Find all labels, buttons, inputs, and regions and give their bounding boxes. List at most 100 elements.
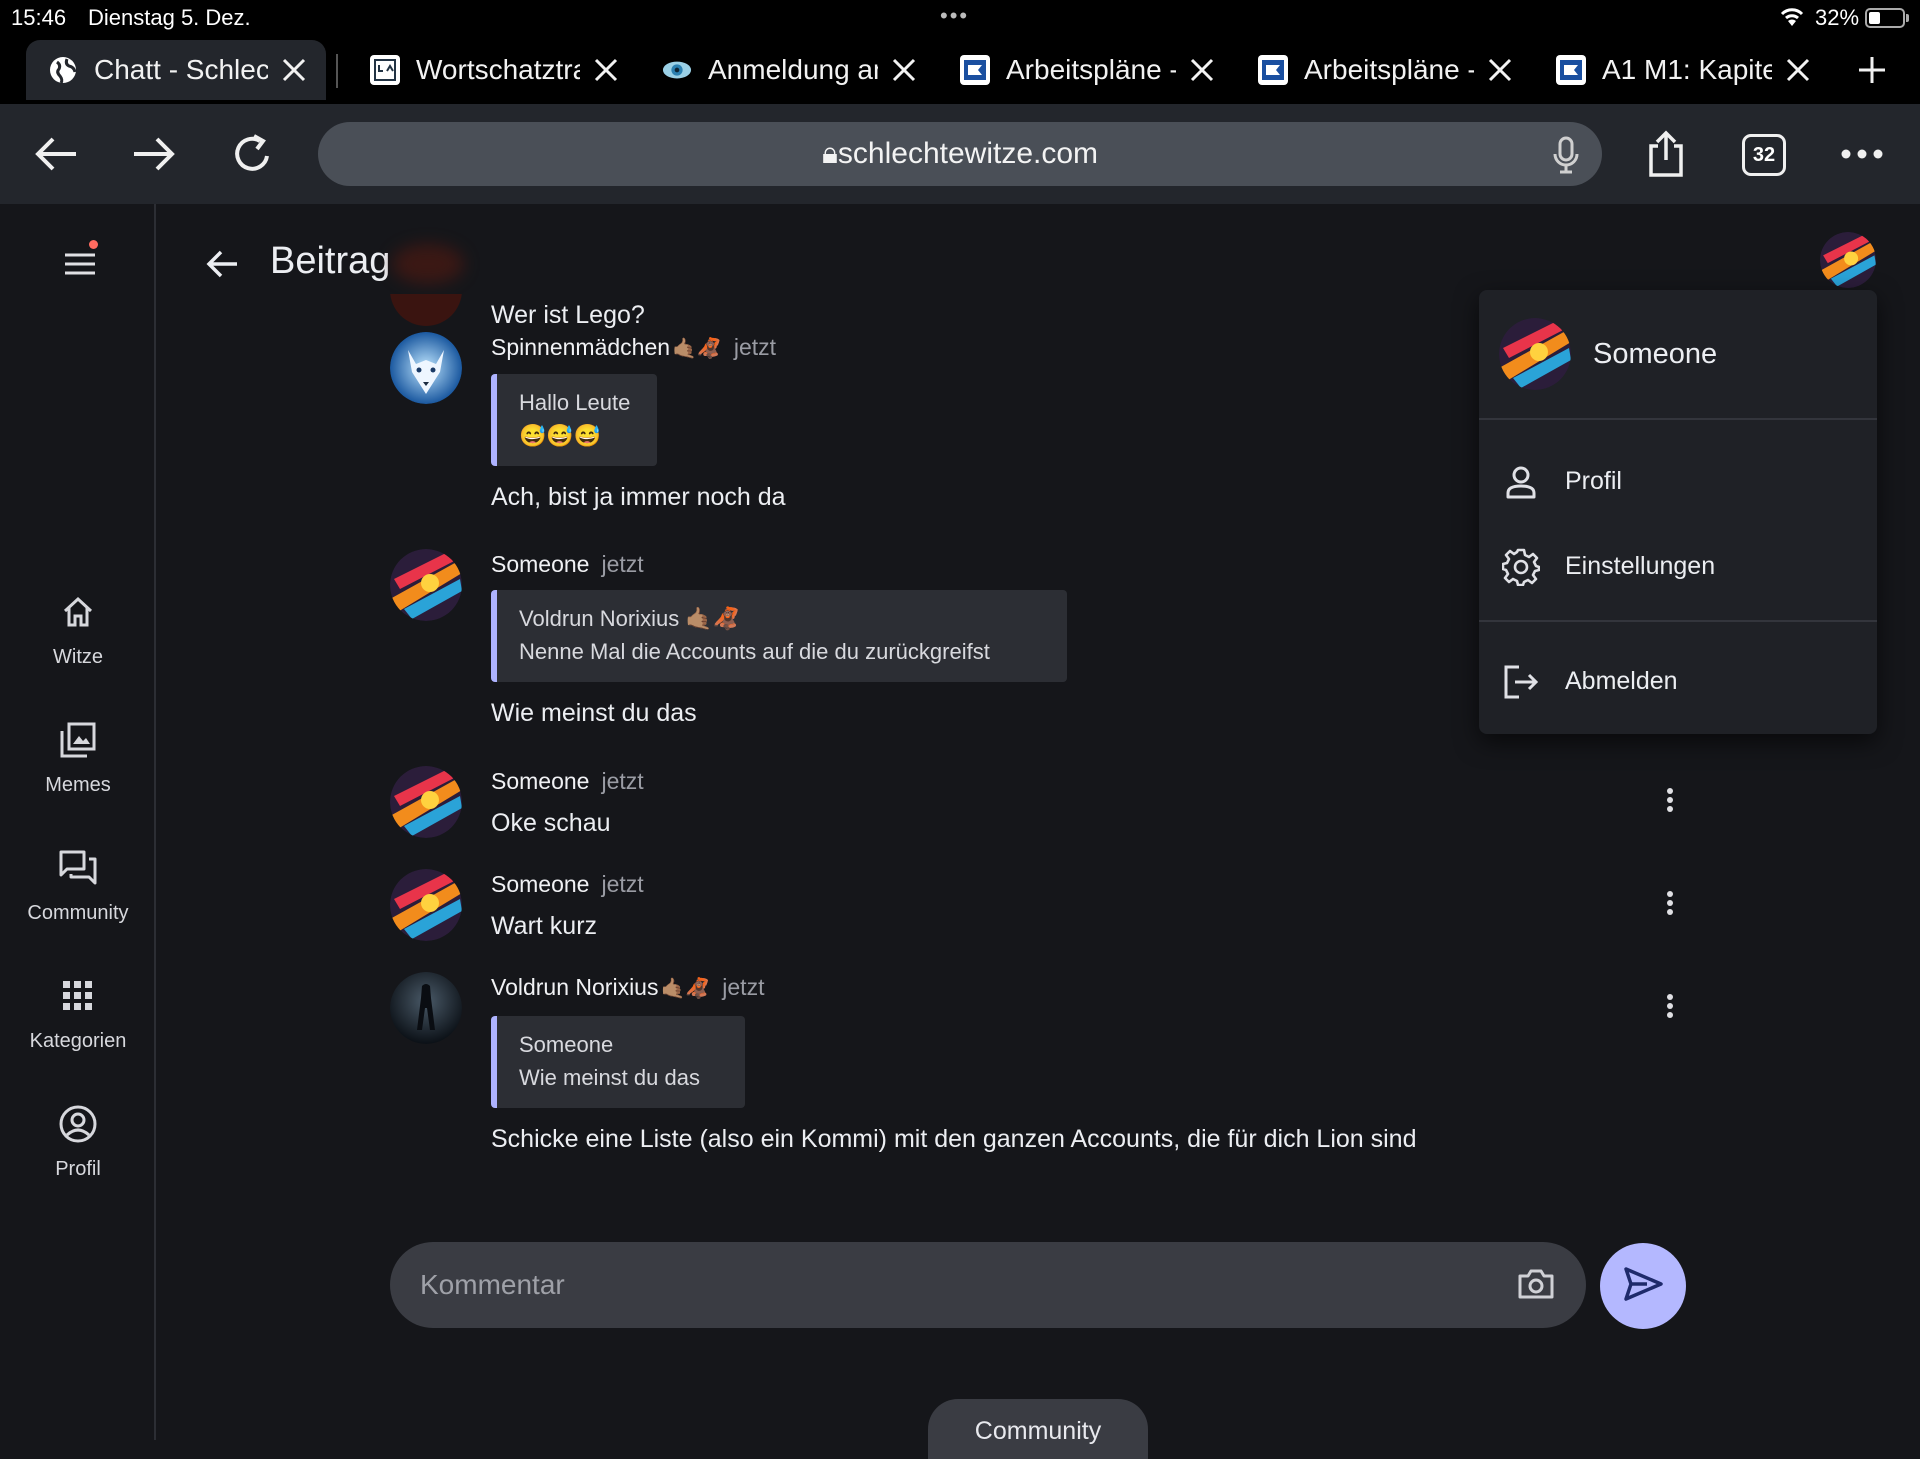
back-arrow-icon[interactable] [28,126,84,182]
sidebar-item-label: Memes [45,774,111,796]
message-time: jetzt [601,871,644,897]
message-header: Spinnenmädchen 🤙🏽🦧 jetzt [491,334,776,361]
comment-composer [390,1242,1586,1328]
forward-arrow-icon[interactable] [126,126,182,182]
sidebar-item-witze[interactable]: Witze [0,588,156,669]
tab-title: Arbeitspläne - [1304,54,1474,85]
lock-icon: 🔒︎ [821,137,838,170]
address-bar[interactable]: 🔒︎schlechtewitze.com [318,122,1602,186]
more-vert-icon[interactable] [1654,986,1686,1026]
back-arrow-icon[interactable] [196,238,248,290]
menu-item-label: Einstellungen [1565,552,1716,580]
reload-icon[interactable] [224,126,280,182]
quoted-reply[interactable]: Someone Wie meinst du das [491,1016,745,1108]
message-text: Ach, bist ja immer noch da [491,483,786,511]
forum-icon [50,844,106,892]
sidebar-item-kategorien[interactable]: Kategorien [0,972,156,1053]
close-icon[interactable] [1182,50,1222,90]
camera-icon[interactable] [1514,1264,1558,1304]
page-title: Beitrag [270,240,391,282]
tab-chatt[interactable]: Chatt - Schlech [26,40,326,100]
more-options-icon[interactable] [1834,126,1890,182]
share-icon[interactable] [1638,126,1694,182]
lmvz-icon [370,55,400,85]
navigation-rail: Witze Memes Community Kategorien Profil [0,204,156,1440]
list-item: Someone jetzt Wart kurz [390,869,1690,949]
sidebar-item-community[interactable]: Community [0,844,156,925]
quoted-reply[interactable]: Voldrun Norixius 🤙🏽🦧 Nenne Mal die Accou… [491,590,1067,682]
url-text[interactable]: 🔒︎schlechtewitze.com [318,137,1602,171]
menu-item-label: Profil [1565,467,1622,495]
new-tab-plus-icon[interactable] [1850,48,1894,92]
author-name[interactable]: Voldrun Norixius [491,974,658,1000]
user-avatar[interactable] [1820,232,1876,288]
tab-title: Arbeitspläne - [1006,54,1176,85]
message-text: Wer ist Lego? [491,301,645,329]
tab-divider [336,54,338,88]
menu-item-label: Abmelden [1565,667,1678,695]
battery-percent: 32% [1815,5,1860,30]
avatar[interactable] [390,766,462,838]
more-vert-icon[interactable] [1654,780,1686,820]
tab-arbeitsplaene-2[interactable]: Arbeitspläne - [1236,40,1532,100]
avatar[interactable] [390,332,462,404]
close-icon[interactable] [1480,50,1520,90]
microphone-icon[interactable] [1552,136,1580,179]
author-name[interactable]: Someone [491,871,589,897]
sidebar-item-memes[interactable]: Memes [0,716,156,797]
hamburger-menu-icon[interactable] [52,236,108,292]
tab-count-button[interactable]: 32 [1742,134,1786,176]
close-icon[interactable] [884,50,924,90]
flag-icon [1556,55,1586,85]
status-date: Dienstag 5. Dez. [88,5,251,30]
user-name: Someone [1593,338,1718,370]
author-name[interactable]: Someone [491,551,589,577]
sidebar-item-label: Witze [53,646,103,668]
avatar [390,294,462,326]
gear-icon [1501,547,1541,587]
person-icon [1501,462,1541,502]
wifi-icon [1779,6,1805,34]
avatar[interactable] [390,549,462,621]
menu-item-profil[interactable]: Profil [1479,447,1877,517]
author-name[interactable]: Someone [491,768,589,794]
message-time: jetzt [601,768,644,794]
close-icon[interactable] [274,50,314,90]
send-button[interactable] [1600,1243,1686,1329]
message-text: Schicke eine Liste (also ein Kommi) mit … [491,1125,1417,1153]
message-header: Someone jetzt [491,871,644,898]
menu-item-abmelden[interactable]: Abmelden [1479,647,1877,717]
image-gallery-icon [50,716,106,764]
tab-wortschatz[interactable]: Wortschatztrai [348,40,638,100]
multitasking-dots-icon[interactable]: ••• [940,3,969,29]
browser-toolbar: 🔒︎schlechtewitze.com 32 [0,104,1920,204]
avatar [1499,318,1571,390]
quoted-reply[interactable]: Hallo Leute 😅😅😅 [491,374,657,466]
tab-strip: Chatt - Schlech Wortschatztrai Anmeldung… [0,36,1920,104]
message-time: jetzt [733,334,777,360]
sidebar-item-profil[interactable]: Profil [0,1100,156,1181]
eye-icon [662,55,692,85]
tab-arbeitsplaene-1[interactable]: Arbeitspläne - [938,40,1234,100]
notification-dot [89,240,98,249]
comment-input[interactable] [420,1242,1500,1328]
list-item: Voldrun Norixius 🤙🏽🦧 jetzt Someone Wie mei… [390,972,1690,1172]
close-icon[interactable] [1778,50,1818,90]
quote-text: 😅😅😅 [519,423,602,448]
avatar[interactable] [390,869,462,941]
app-content: Witze Memes Community Kategorien Profil … [0,204,1920,1459]
message-time: jetzt [601,551,644,577]
author-name[interactable]: Spinnenmädchen [491,334,670,360]
community-chip[interactable]: Community [928,1399,1148,1459]
more-vert-icon[interactable] [1654,883,1686,923]
avatar[interactable] [390,972,462,1044]
quote-text: Wie meinst du das [519,1065,700,1090]
close-icon[interactable] [586,50,626,90]
tab-a1-m1[interactable]: A1 M1: Kapitel 1 [1534,40,1830,100]
message-text: Wie meinst du das [491,699,697,727]
home-icon [50,588,106,636]
tab-anmeldung[interactable]: Anmeldung an [640,40,936,100]
menu-item-einstellungen[interactable]: Einstellungen [1479,532,1877,602]
message-header: Voldrun Norixius 🤙🏽🦧 jetzt [491,974,764,1001]
battery-tip [1906,14,1909,22]
